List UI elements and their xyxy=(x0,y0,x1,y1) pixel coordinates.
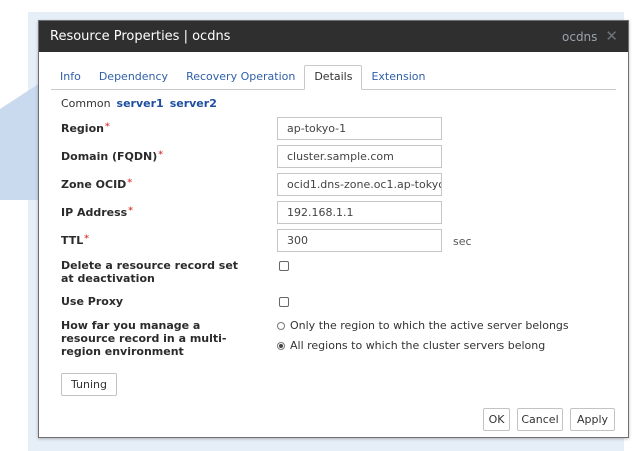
zone-ocid-label: Zone OCID* xyxy=(61,178,132,191)
tab-extension[interactable]: Extension xyxy=(362,66,434,89)
use-proxy-checkbox[interactable] xyxy=(279,297,289,307)
close-icon[interactable]: ✕ xyxy=(605,29,618,44)
ip-address-input[interactable]: 192.168.1.1 xyxy=(277,201,442,224)
radio-button[interactable] xyxy=(277,321,285,330)
tab-details[interactable]: Details xyxy=(304,65,363,90)
zone-ocid-label-text: Zone OCID xyxy=(61,178,127,191)
ttl-unit: sec xyxy=(453,235,472,248)
radio-button-selected[interactable] xyxy=(277,341,285,350)
dialog-title: Resource Properties | ocdns xyxy=(50,29,231,44)
ttl-input[interactable]: 300 xyxy=(277,229,442,252)
radio-option-all-regions[interactable]: All regions to which the cluster servers… xyxy=(277,339,545,352)
delete-rrset-checkbox[interactable] xyxy=(279,261,289,271)
ok-button[interactable]: OK xyxy=(483,408,510,431)
resource-name-label: ocdns xyxy=(562,29,598,44)
server-subnav: Common server1 server2 xyxy=(61,97,217,110)
subnav-server2[interactable]: server2 xyxy=(170,97,217,110)
domain-required-mark: * xyxy=(158,150,163,160)
multi-region-label: How far you manage a resource record in … xyxy=(61,319,227,358)
tab-bar: Info Dependency Recovery Operation Detai… xyxy=(51,65,616,90)
cancel-button[interactable]: Cancel xyxy=(517,408,563,431)
background-left xyxy=(0,0,28,451)
ip-address-label-text: IP Address xyxy=(61,206,128,219)
ip-address-label: IP Address* xyxy=(61,206,133,219)
titlebar-right: ocdns ✕ xyxy=(562,29,618,44)
domain-label: Domain (FQDN)* xyxy=(61,150,163,163)
dialog-titlebar[interactable]: Resource Properties | ocdns ocdns ✕ xyxy=(39,21,628,52)
domain-label-text: Domain (FQDN) xyxy=(61,150,158,163)
tab-recovery-operation[interactable]: Recovery Operation xyxy=(177,66,304,89)
ttl-required-mark: * xyxy=(84,234,89,244)
tab-dependency[interactable]: Dependency xyxy=(90,66,177,89)
domain-input[interactable]: cluster.sample.com xyxy=(277,145,442,168)
zone-ocid-input[interactable]: ocid1.dns-zone.oc1.ap-tokyc xyxy=(277,173,442,196)
apply-button[interactable]: Apply xyxy=(570,408,615,431)
radio-selected-dot xyxy=(279,343,283,348)
delete-rrset-label: Delete a resource record set at deactiva… xyxy=(61,259,239,285)
ttl-label: TTL* xyxy=(61,234,89,247)
subnav-common[interactable]: Common xyxy=(61,97,111,110)
radio-label-active-region: Only the region to which the active serv… xyxy=(290,319,569,332)
resource-properties-dialog: Resource Properties | ocdns ocdns ✕ Info… xyxy=(38,20,629,438)
radio-label-all-regions: All regions to which the cluster servers… xyxy=(290,339,546,352)
zone-ocid-required-mark: * xyxy=(127,178,133,188)
background-top xyxy=(0,0,636,12)
region-input[interactable]: ap-tokyo-1 xyxy=(277,117,442,140)
tuning-button[interactable]: Tuning xyxy=(61,373,117,396)
region-required-mark: * xyxy=(104,122,110,132)
region-label-text: Region xyxy=(61,122,104,135)
use-proxy-label: Use Proxy xyxy=(61,295,124,308)
region-label: Region* xyxy=(61,122,110,135)
ttl-label-text: TTL xyxy=(61,234,84,247)
ip-address-required-mark: * xyxy=(128,206,133,216)
radio-option-active-region[interactable]: Only the region to which the active serv… xyxy=(277,319,569,332)
subnav-server1[interactable]: server1 xyxy=(117,97,164,110)
tab-info[interactable]: Info xyxy=(51,66,90,89)
